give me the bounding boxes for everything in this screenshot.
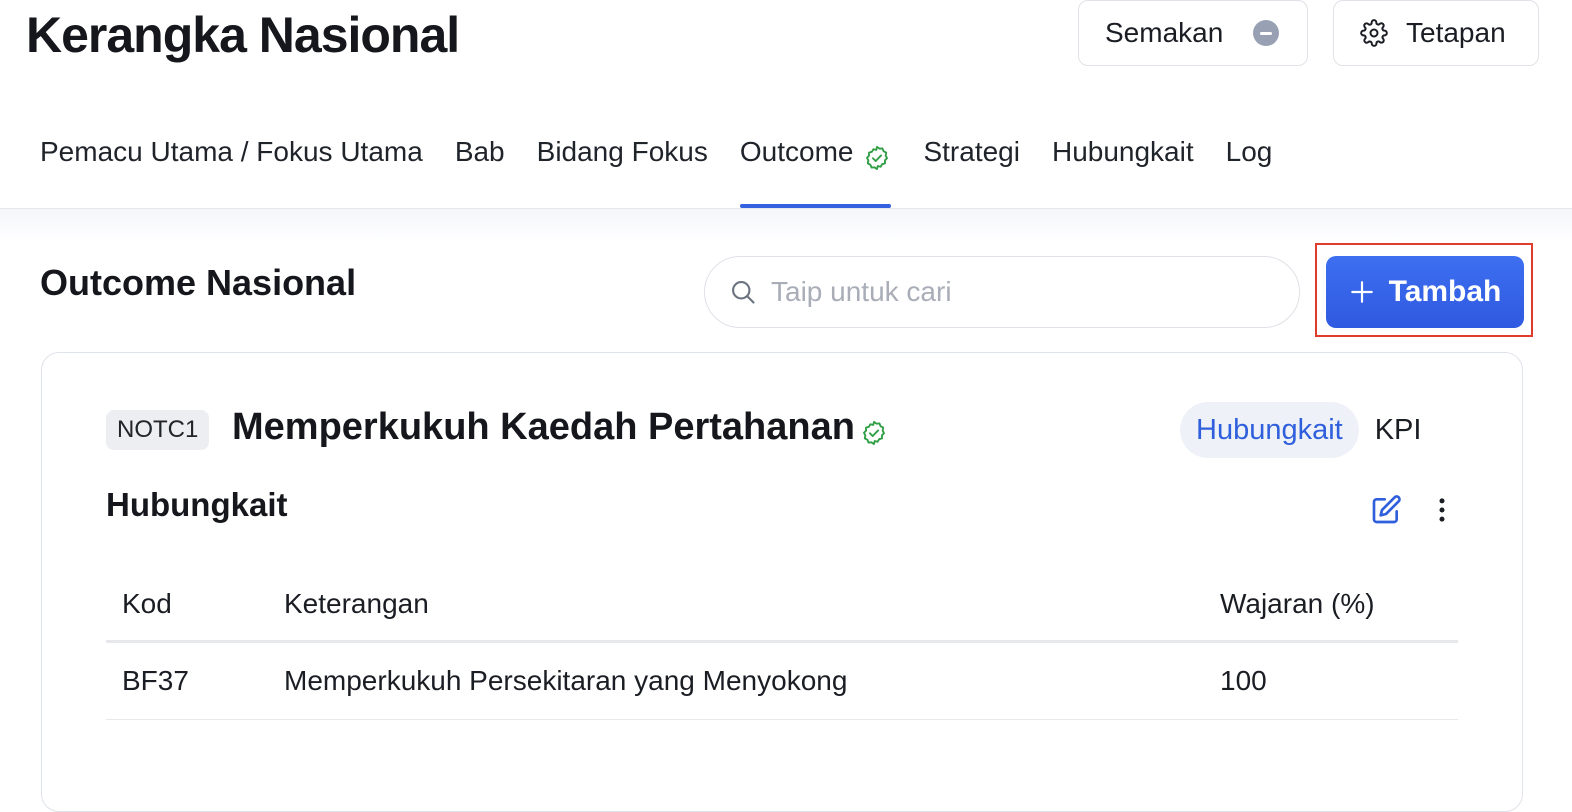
search-input[interactable]	[769, 275, 1253, 309]
check-badge-icon	[860, 419, 888, 447]
hubungkait-table: Kod Keterangan Wajaran (%) BF37 Memperku…	[106, 568, 1458, 720]
outcome-code-badge: NOTC1	[106, 410, 210, 450]
cell-wajaran: 100	[1204, 641, 1458, 720]
page-title: Kerangka Nasional	[26, 7, 460, 63]
add-label: Tambah	[1388, 275, 1502, 308]
tab-label: Bab	[454, 136, 505, 167]
cell-keterangan: Memperkukuh Persekitaran yang Menyokong	[268, 641, 1204, 720]
tab-bar: Pemacu Utama / Fokus Utama Bab Bidang Fo…	[40, 130, 1304, 208]
section-title: Outcome Nasional	[40, 262, 357, 303]
plus-icon	[1349, 279, 1375, 305]
kebab-menu-icon[interactable]	[1428, 494, 1456, 526]
add-button[interactable]: Tambah	[1326, 256, 1524, 328]
tab-label: Pemacu Utama / Fokus Utama	[40, 136, 423, 167]
edit-icon[interactable]	[1370, 494, 1402, 526]
table-header-row: Kod Keterangan Wajaran (%)	[106, 568, 1458, 643]
search-icon	[729, 278, 757, 306]
tab-label: Hubungkait	[1051, 136, 1194, 167]
tab-log[interactable]: Log	[1226, 130, 1273, 208]
column-header-wajaran: Wajaran (%)	[1204, 568, 1458, 643]
tab-hubungkait[interactable]: Hubungkait	[1052, 130, 1194, 208]
card-tab-switcher: Hubungkait KPI	[1180, 402, 1437, 458]
table-row: BF37 Memperkukuh Persekitaran yang Menyo…	[106, 641, 1458, 720]
pill-tab-kpi[interactable]: KPI	[1359, 402, 1438, 458]
tab-outcome[interactable]: Outcome	[739, 130, 892, 208]
cell-kod: BF37	[106, 641, 268, 720]
pill-tab-hubungkait[interactable]: Hubungkait	[1180, 402, 1359, 458]
tab-pemacu-utama[interactable]: Pemacu Utama / Fokus Utama	[40, 130, 423, 208]
semakan-label: Semakan	[1105, 17, 1224, 48]
minus-circle-icon	[1253, 20, 1279, 46]
subsection-title: Hubungkait	[106, 486, 288, 523]
semakan-button[interactable]: Semakan	[1078, 0, 1308, 66]
tetapan-label: Tetapan	[1406, 17, 1506, 48]
header-divider-band	[0, 209, 1572, 243]
tab-strategi[interactable]: Strategi	[923, 130, 1020, 208]
check-badge-icon	[863, 144, 891, 172]
column-header-keterangan: Keterangan	[268, 568, 1204, 643]
tab-bab[interactable]: Bab	[455, 130, 505, 208]
tab-label: Strategi	[923, 136, 1020, 167]
column-header-kod: Kod	[106, 568, 268, 643]
search-box[interactable]	[704, 256, 1300, 328]
gear-icon	[1360, 19, 1388, 47]
tetapan-button[interactable]: Tetapan	[1333, 0, 1539, 66]
tab-label: Log	[1225, 136, 1273, 167]
tab-bidang-fokus[interactable]: Bidang Fokus	[537, 130, 708, 208]
top-header: Kerangka Nasional Semakan Tetapan Pemacu…	[0, 0, 1572, 209]
tab-label: Outcome	[739, 136, 854, 167]
tab-label: Bidang Fokus	[536, 136, 708, 167]
outcome-title: Memperkukuh Kaedah Pertahanan	[232, 406, 855, 448]
